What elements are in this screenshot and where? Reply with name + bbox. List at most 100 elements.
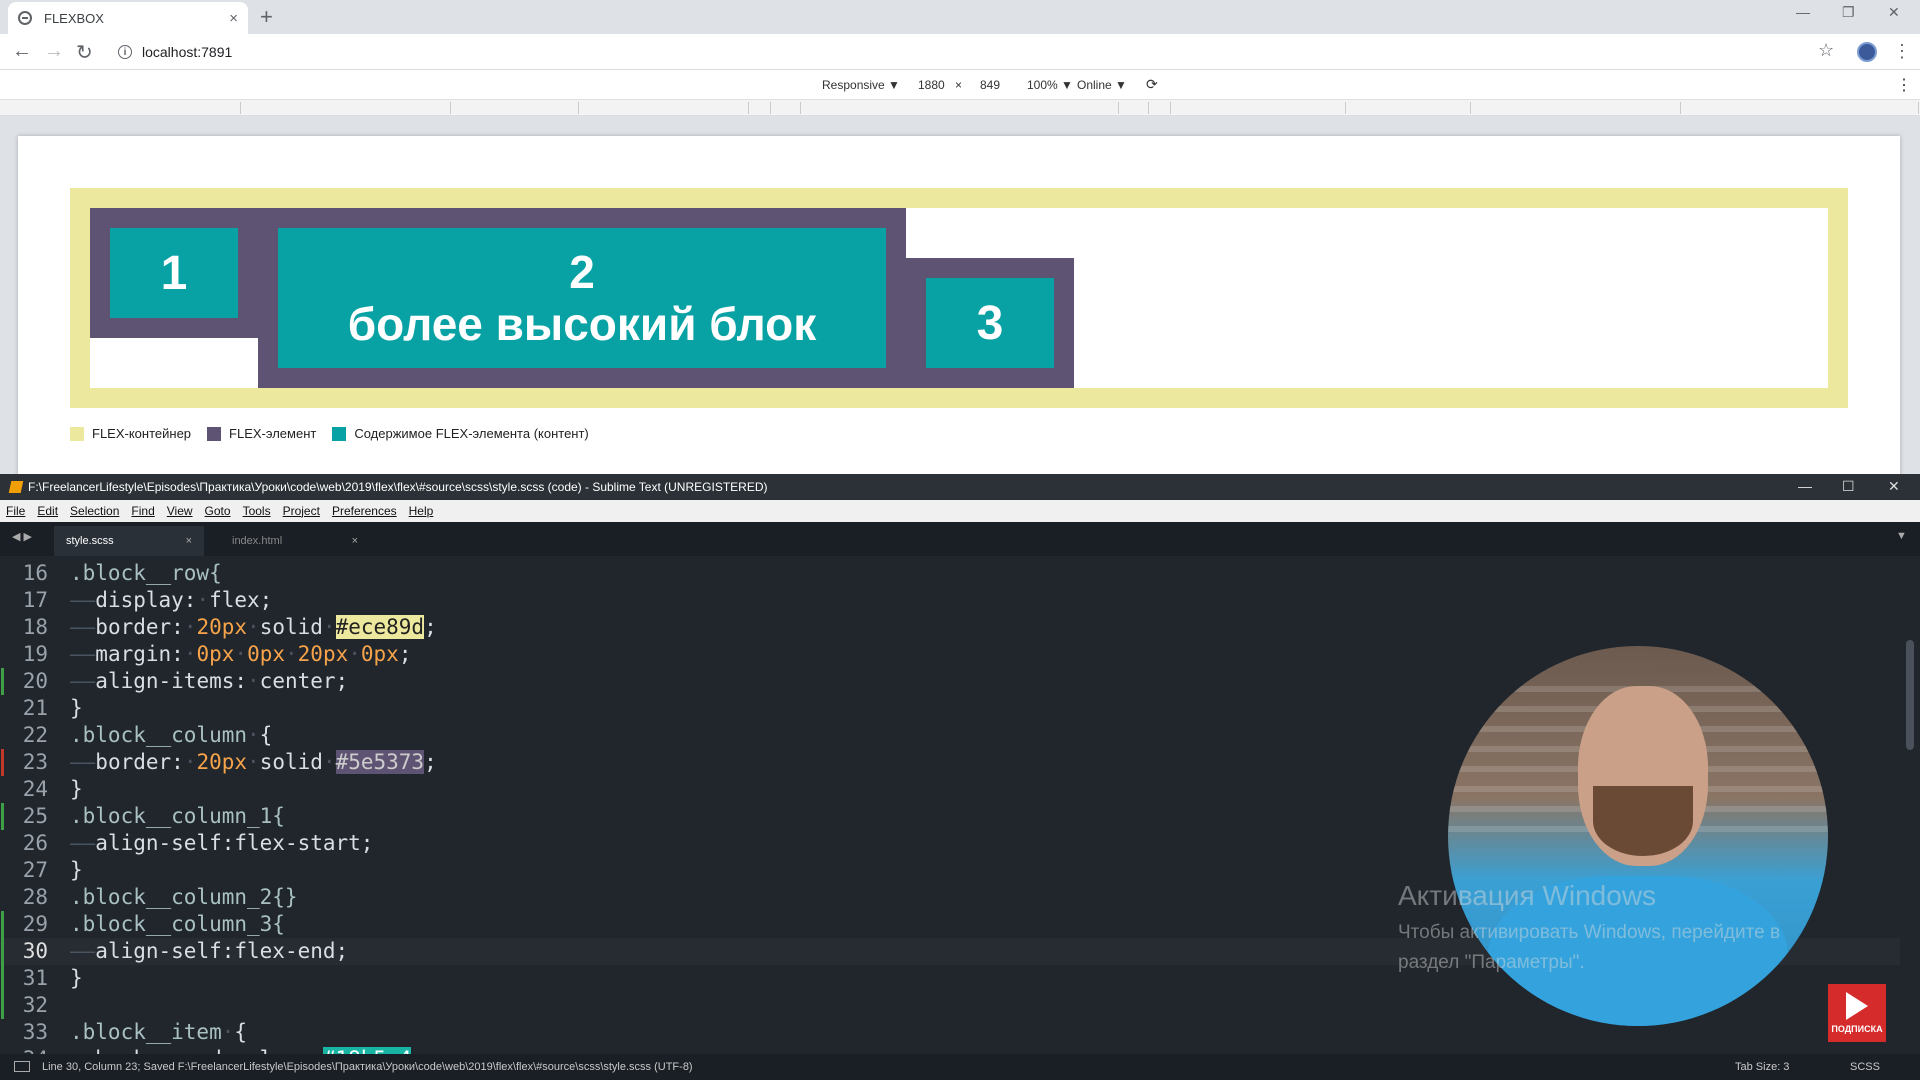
code-token: #5e5373 (335, 750, 425, 774)
code-token: } (70, 696, 83, 720)
network-select[interactable]: Online ▼ (1077, 78, 1127, 92)
browser-tab[interactable]: FLEXBOX × (8, 2, 248, 34)
line-number: 18 (22, 615, 48, 639)
back-icon[interactable]: ← (12, 40, 32, 63)
code-token: flex; (209, 588, 273, 612)
globe-icon (18, 11, 32, 25)
panel-toggle-icon[interactable] (14, 1061, 30, 1072)
address-bar[interactable]: i localhost:7891 (110, 38, 1830, 66)
code-line[interactable]: 16 .block__row{ (0, 560, 1900, 587)
media-query-bar[interactable] (0, 100, 1920, 116)
diff-marker (1, 749, 4, 776)
rotate-icon[interactable]: ⟳ (1146, 76, 1158, 93)
zoom-select[interactable]: 100% ▼ (1027, 78, 1073, 92)
code-token: · (247, 750, 260, 774)
legend-swatch-content (332, 426, 347, 441)
code-token: ; (424, 750, 437, 774)
profile-avatar[interactable] (1857, 42, 1877, 62)
menu-selection[interactable]: Selection (70, 504, 119, 518)
subscribe-label: ПОДПИСКА (1831, 1024, 1883, 1034)
code-text: ——align-self:flex-end; (70, 938, 348, 965)
forward-icon[interactable]: → (44, 40, 64, 63)
browser-toolbar: ← → ↻ i localhost:7891 (0, 34, 1920, 70)
tab-close-icon[interactable]: × (186, 535, 192, 547)
minimize-icon[interactable]: — (1796, 4, 1810, 20)
code-text: ——align-items:·center; (70, 668, 348, 695)
bookmark-star-icon[interactable]: ☆ (1818, 40, 1834, 61)
menu-edit[interactable]: Edit (37, 504, 58, 518)
info-icon[interactable]: i (118, 45, 132, 59)
code-token: · (310, 1047, 323, 1054)
syntax-mode[interactable]: SCSS (1850, 1061, 1880, 1073)
code-line[interactable]: 17 ——display:·flex; (0, 587, 1900, 614)
menu-find[interactable]: Find (131, 504, 154, 518)
flex-item-1-content: 1 (110, 228, 238, 318)
code-token: { (234, 1020, 248, 1044)
code-token: center; (259, 669, 349, 693)
code-token: · (348, 642, 361, 666)
device-select[interactable]: Responsive ▼ (822, 78, 900, 92)
reload-icon[interactable]: ↻ (76, 40, 93, 65)
sublime-menubar: File Edit Selection Find View Goto Tools… (0, 500, 1920, 522)
code-token: align-self:flex-end; (95, 939, 349, 963)
code-token: ; (398, 642, 412, 666)
code-token: ; (424, 615, 437, 639)
legend-swatch-container (70, 426, 84, 441)
tab-index-html[interactable]: index.html × (220, 526, 370, 556)
code-token: 20px (297, 642, 349, 666)
code-text: } (70, 776, 83, 803)
tab-label: index.html (232, 535, 283, 547)
line-number: 33 (22, 1020, 48, 1044)
code-token: .block__row{ (70, 561, 222, 585)
menu-file[interactable]: File (6, 504, 25, 518)
subscribe-button[interactable]: ПОДПИСКА (1828, 984, 1886, 1042)
devbar-menu-icon[interactable]: ⋮ (1896, 75, 1912, 95)
code-token: · (247, 615, 260, 639)
line-number: 29 (22, 912, 48, 936)
tab-close-icon[interactable]: × (229, 10, 238, 27)
sublime-minimize-icon[interactable]: — (1798, 478, 1812, 494)
code-line[interactable]: 34 ——background-color:·#18b5a4; (0, 1046, 1900, 1054)
sublime-statusbar: Line 30, Column 23; Saved F:\FreelancerL… (0, 1054, 1920, 1080)
menu-help[interactable]: Help (409, 504, 434, 518)
tab-size[interactable]: Tab Size: 3 (1735, 1061, 1789, 1073)
viewport-width[interactable]: 1880 (918, 78, 945, 92)
code-token: —— (70, 831, 96, 855)
tab-label: style.scss (66, 535, 114, 547)
new-tab-button[interactable]: + (260, 4, 273, 30)
menu-goto[interactable]: Goto (205, 504, 231, 518)
sublime-close-icon[interactable]: ✕ (1888, 478, 1900, 495)
menu-project[interactable]: Project (283, 504, 320, 518)
viewport-height[interactable]: 849 (980, 78, 1000, 92)
code-token: · (247, 669, 260, 693)
page-viewport: 1 2 более высокий блок 3 FLEX-контейнер … (18, 136, 1900, 476)
editor-scrollbar[interactable] (1906, 640, 1914, 750)
code-token: —— (70, 642, 96, 666)
code-token: align-items: (95, 669, 248, 693)
code-token: .block__column_3{ (70, 912, 285, 936)
code-line[interactable]: 18 ——border:·20px·solid·#ece89d; (0, 614, 1900, 641)
restore-icon[interactable]: ❐ (1842, 4, 1855, 21)
code-token: —— (70, 669, 96, 693)
tab-close-icon[interactable]: × (352, 535, 358, 547)
tab-style-scss[interactable]: style.scss × (54, 526, 204, 556)
menu-view[interactable]: View (167, 504, 193, 518)
sublime-maximize-icon[interactable]: ☐ (1842, 478, 1855, 495)
menu-preferences[interactable]: Preferences (332, 504, 397, 518)
flex-item-2-content: 2 более высокий блок (278, 228, 886, 368)
tab-nav-arrows-icon[interactable]: ◀ ▶ (12, 530, 32, 543)
flex-item-2-text: более высокий блок (347, 298, 817, 350)
tab-dropdown-icon[interactable]: ▼ (1896, 530, 1907, 542)
code-token: align-self:flex-start; (95, 831, 374, 855)
code-token: 0px (247, 642, 285, 666)
close-icon[interactable]: ✕ (1888, 4, 1900, 21)
code-token: · (234, 642, 248, 666)
code-token: —— (70, 939, 96, 963)
code-token: · (247, 723, 260, 747)
sublime-titlebar[interactable]: F:\FreelancerLifestyle\Episodes\Практика… (0, 474, 1920, 500)
device-toolbar: Responsive ▼ 1880 × 849 100% ▼ Online ▼ … (0, 70, 1920, 100)
menu-tools[interactable]: Tools (243, 504, 271, 518)
code-token: } (70, 858, 83, 882)
code-token: { (259, 723, 273, 747)
menu-kebab-icon[interactable]: ⋮ (1893, 42, 1911, 60)
